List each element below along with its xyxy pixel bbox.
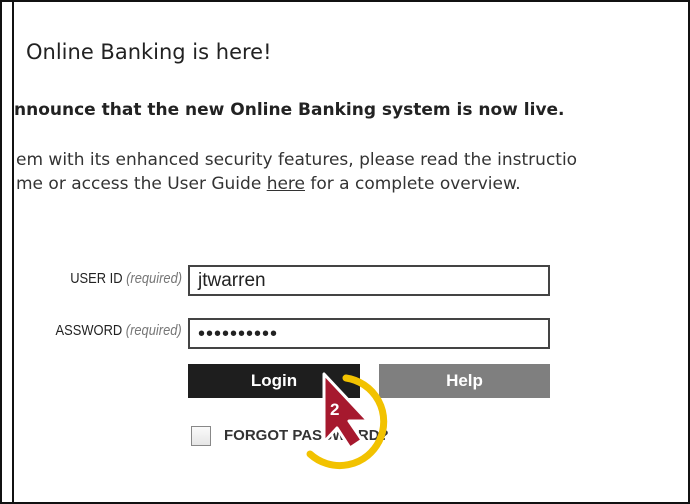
- password-input[interactable]: ••••••••••: [188, 318, 550, 349]
- step-number-badge: 2: [330, 400, 340, 419]
- forgot-password-label[interactable]: FORGOT PASSWORD?: [224, 427, 389, 444]
- password-label: ASSWORD (required): [56, 322, 182, 339]
- intro-line-1: em with its enhanced security features, …: [16, 150, 578, 170]
- user-id-required-text: (required): [126, 270, 182, 287]
- login-button[interactable]: Login: [188, 364, 360, 398]
- page-title: Online Banking is here!: [26, 40, 272, 64]
- help-button[interactable]: Help: [379, 364, 550, 398]
- intro-text: em with its enhanced security features, …: [16, 148, 577, 196]
- user-guide-link[interactable]: here: [267, 174, 305, 194]
- page-frame: Online Banking is here! nnounce that the…: [0, 0, 690, 504]
- intro-line-2: me or access the User Guide here for a c…: [16, 172, 577, 196]
- user-id-label: USER ID (required): [70, 270, 182, 287]
- password-label-text: ASSWORD: [55, 322, 123, 339]
- announcement-heading: nnounce that the new Online Banking syst…: [14, 100, 565, 120]
- user-id-input[interactable]: jtwarren: [188, 265, 550, 296]
- intro-line-2-start: me or access the User Guide: [16, 174, 267, 194]
- intro-line-2-end: for a complete overview.: [305, 174, 521, 194]
- password-required-text: (required): [126, 322, 182, 339]
- forgot-password-checkbox[interactable]: [191, 426, 211, 446]
- user-id-label-text: USER ID: [70, 270, 123, 287]
